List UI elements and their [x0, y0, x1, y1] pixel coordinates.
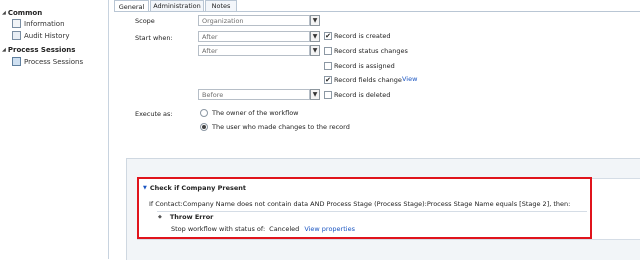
checkmark-icon: ✔	[325, 76, 331, 84]
radio-label: The owner of the workflow	[212, 109, 299, 117]
collapse-triangle-icon: ◢	[2, 10, 6, 16]
tab-label: General	[118, 2, 145, 11]
nav-item-information[interactable]: Information	[12, 19, 65, 28]
nav-section-process-sessions[interactable]: ◢ Process Sessions	[2, 46, 75, 54]
nav-item-label: Information	[24, 19, 65, 28]
left-navigation: ◢ Common Information Audit History ◢ Pro…	[0, 0, 109, 259]
nav-item-label: Process Sessions	[24, 57, 84, 66]
radio-selected-dot	[202, 125, 206, 129]
dropdown-button[interactable]: ▼	[310, 45, 320, 56]
radio-label: The user who made changes to the record	[212, 123, 350, 131]
nav-section-title: Process Sessions	[7, 46, 76, 54]
chevron-down-icon: ▼	[312, 91, 318, 98]
checkbox-label: Record is deleted	[334, 91, 391, 99]
chevron-down-icon: ▼	[312, 33, 318, 40]
record-assigned-checkbox[interactable]	[324, 62, 332, 70]
chevron-down-icon: ▼	[312, 47, 318, 54]
scope-dropdown-button[interactable]: ▼	[310, 15, 320, 26]
start-when-select-deleted[interactable]: Before	[198, 89, 310, 100]
scope-select[interactable]: Organization	[198, 15, 310, 26]
process-sessions-icon	[12, 57, 21, 66]
audit-history-icon	[12, 31, 21, 40]
record-status-changes-checkbox[interactable]	[324, 47, 332, 55]
nav-section-title: Common	[7, 9, 43, 17]
view-fields-link[interactable]: View	[402, 75, 417, 83]
nav-section-common[interactable]: ◢ Common	[2, 9, 42, 17]
scope-select-value: Organization	[202, 16, 244, 25]
collapse-triangle-icon: ◢	[2, 47, 6, 53]
record-deleted-checkbox[interactable]	[324, 91, 332, 99]
tab-divider	[114, 11, 640, 12]
owner-radio[interactable]	[200, 109, 208, 117]
start-when-label: Start when:	[135, 34, 173, 42]
checkmark-icon: ✔	[325, 32, 331, 40]
tab-administration[interactable]: Administration	[150, 0, 204, 11]
checkbox-label: Record is created	[334, 32, 391, 40]
information-icon	[12, 19, 21, 28]
select-value: After	[202, 46, 218, 55]
user-radio[interactable]	[200, 123, 208, 131]
nav-item-audit-history[interactable]: Audit History	[12, 31, 70, 40]
select-value: After	[202, 32, 218, 41]
start-when-select-created[interactable]: After	[198, 31, 310, 42]
tab-label: Administration	[153, 2, 201, 10]
execute-as-label: Execute as:	[135, 110, 173, 118]
select-value: Before	[202, 90, 224, 99]
tab-label: Notes	[211, 2, 231, 10]
scope-label: Scope	[135, 17, 155, 25]
record-fields-change-checkbox[interactable]: ✔	[324, 76, 332, 84]
record-created-checkbox[interactable]: ✔	[324, 32, 332, 40]
tab-notes[interactable]: Notes	[205, 0, 237, 11]
highlight-box	[137, 177, 592, 239]
nav-item-process-sessions[interactable]: Process Sessions	[12, 57, 83, 66]
checkbox-label: Record fields change	[334, 76, 402, 84]
chevron-down-icon: ▼	[312, 17, 318, 24]
nav-item-label: Audit History	[24, 31, 70, 40]
dropdown-button[interactable]: ▼	[310, 31, 320, 42]
checkbox-label: Record is assigned	[334, 62, 395, 70]
checkbox-label: Record status changes	[334, 47, 408, 55]
dropdown-button[interactable]: ▼	[310, 89, 320, 100]
start-when-select-status[interactable]: After	[198, 45, 310, 56]
